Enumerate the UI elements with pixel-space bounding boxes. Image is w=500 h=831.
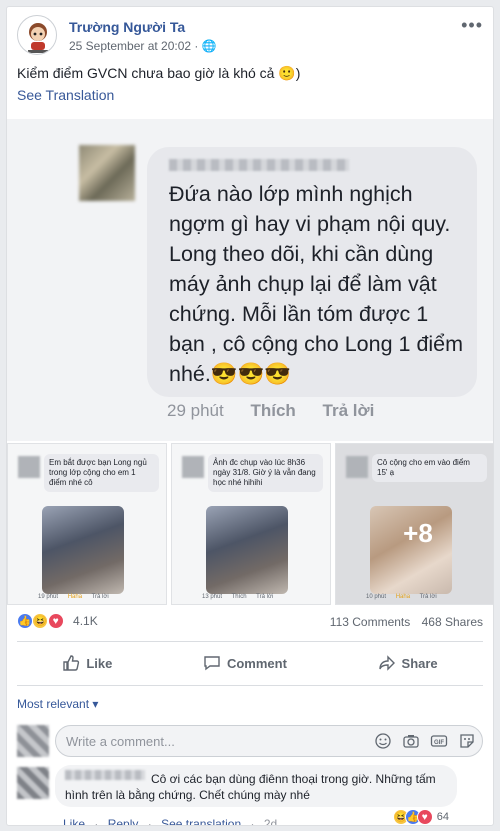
sticker-icon[interactable] <box>458 732 476 750</box>
post-stats: 👍 😆 ♥ 4.1K 113 Comments 468 Shares <box>17 613 483 633</box>
post-meta: 25 September at 20:02 · 🌐 <box>69 39 217 53</box>
thumbnail-text: Ảnh đc chụp vào lúc 8h36 ngày 31/8. Giờ … <box>208 454 323 492</box>
sort-dropdown[interactable]: Most relevant ▾ <box>17 697 98 711</box>
sort-label: Most relevant <box>17 697 90 711</box>
comment-time[interactable]: 2d <box>264 817 277 825</box>
separator-dot: · <box>250 817 255 826</box>
divider <box>17 685 483 686</box>
thumbnail-reply: Trả lời <box>256 594 274 600</box>
love-reaction-icon: ♥ <box>47 613 64 629</box>
comment-icon <box>204 656 220 671</box>
like-label: Like <box>86 655 113 671</box>
separator-dot: · <box>147 817 152 826</box>
haha-reaction-icon: 😆 <box>32 613 49 629</box>
thumbnail-time: 13 phút <box>202 594 223 600</box>
thumbnail-reply: Trả lời <box>91 594 109 600</box>
comment-like-link[interactable]: Like <box>63 817 85 825</box>
thumbnail-meta: 19 phút Haha Trả lời <box>38 594 117 600</box>
share-button[interactable]: Share <box>378 654 438 672</box>
comment-reply: Trả lời <box>322 401 375 420</box>
comment-see-translation[interactable]: See translation <box>161 817 241 825</box>
page-avatar[interactable] <box>17 15 57 55</box>
thumbnail-photo <box>42 506 124 594</box>
thumbnail-1[interactable]: Em bắt được bạn Long ngủ trong lớp cộng … <box>7 443 167 605</box>
share-label: Share <box>401 655 438 671</box>
separator-dot: · <box>94 817 99 826</box>
comment-actions: Like · Reply · See translation · 2d <box>63 817 283 826</box>
thumbnail-meta: 10 phút Haha Trả lời <box>366 594 445 600</box>
thumbnail-time: 10 phút <box>366 594 387 600</box>
thumbnail-text: Cô cộng cho em vào điểm 15' ạ <box>372 454 487 482</box>
comment-reaction-count: 64 <box>436 811 449 823</box>
commenter-avatar[interactable] <box>17 767 49 799</box>
blurred-avatar <box>79 145 135 201</box>
post-image-main[interactable]: Đứa nào lớp mình nghịch ngợm gì hay vi p… <box>7 119 493 441</box>
blurred-name <box>169 159 349 171</box>
comment-label: Comment <box>226 655 287 671</box>
see-translation-link[interactable]: See Translation <box>17 87 114 103</box>
thumbnail-meta: 13 phút Thích Trả lời <box>202 594 281 600</box>
thumbnail-reaction: Haha <box>67 594 83 600</box>
more-photos-count[interactable]: +8 <box>390 508 446 558</box>
page-name[interactable]: Trường Người Ta <box>69 19 185 35</box>
share-icon <box>378 655 395 671</box>
more-options-icon[interactable]: ••• <box>461 15 483 36</box>
comment-like: Thích <box>250 401 296 420</box>
input-icons: GIF <box>374 732 476 750</box>
blurred-avatar <box>18 456 40 478</box>
comment-count[interactable]: 113 Comments <box>330 615 410 629</box>
comment-body: Cô ơi các bạn dùng điênn thoại trong giờ… <box>65 772 436 802</box>
user-avatar[interactable] <box>17 725 49 757</box>
thumbnail-time: 19 phút <box>38 594 59 600</box>
thumbnail-3[interactable]: Cô cộng cho em vào điểm 15' ạ +8 10 phút… <box>335 443 493 605</box>
caret-down-icon: ▾ <box>92 697 99 711</box>
svg-text:GIF: GIF <box>434 740 444 746</box>
camera-icon[interactable] <box>402 732 420 750</box>
globe-icon: 🌐 <box>201 39 217 53</box>
comment-item: Cô ơi các bạn dùng điênn thoại trong giờ… <box>55 765 457 807</box>
divider <box>17 641 483 642</box>
comment-reply-link[interactable]: Reply <box>108 817 139 825</box>
thumbnail-reaction: Thích <box>231 594 247 600</box>
thumbnail-reply: Trả lời <box>419 594 437 600</box>
post-timestamp[interactable]: 25 September at 20:02 <box>69 39 191 53</box>
comment-bubble: Đứa nào lớp mình nghịch ngợm gì hay vi p… <box>147 147 477 397</box>
post-card: Trường Người Ta 25 September at 20:02 · … <box>6 6 494 826</box>
share-count[interactable]: 468 Shares <box>422 615 483 629</box>
comment-share-counts: 113 Comments 468 Shares <box>322 615 483 629</box>
comment-input-placeholder: Write a comment... <box>66 734 175 749</box>
blurred-avatar <box>182 456 204 478</box>
comment-reactions[interactable]: 😆 👍 ♥ 64 <box>392 809 449 825</box>
blurred-avatar <box>346 456 368 478</box>
gif-icon[interactable]: GIF <box>430 732 448 750</box>
reaction-summary[interactable]: 👍 😆 ♥ 4.1K <box>17 613 98 629</box>
like-reaction-icon: 👍 <box>17 613 33 629</box>
emoji-icon[interactable] <box>374 732 392 750</box>
post-text: Kiểm điểm GVCN chưa bao giờ là khó cả 🙂) <box>17 65 301 81</box>
reaction-count: 4.1K <box>73 614 98 628</box>
thumbs-up-icon <box>63 655 80 671</box>
comment-meta: 29 phút Thích Trả lời <box>167 401 396 421</box>
post-header: Trường Người Ta 25 September at 20:02 · … <box>17 15 483 59</box>
comment-time: 29 phút <box>167 401 224 420</box>
thumbnail-reaction: Haha <box>395 594 411 600</box>
thumbnail-text: Em bắt được bạn Long ngủ trong lớp cộng … <box>44 454 159 492</box>
post-actions: Like Comment Share <box>17 647 483 679</box>
thumbnail-2[interactable]: Ảnh đc chụp vào lúc 8h36 ngày 31/8. Giờ … <box>171 443 331 605</box>
love-reaction-icon: ♥ <box>416 809 433 825</box>
like-button[interactable]: Like <box>62 654 112 672</box>
thumbnail-row: Em bắt được bạn Long ngủ trong lớp cộng … <box>7 443 493 605</box>
comment-input[interactable]: Write a comment... GIF <box>55 725 483 757</box>
comment-text: Đứa nào lớp mình nghịch ngợm gì hay vi p… <box>169 182 464 386</box>
thumbnail-photo <box>206 506 288 594</box>
comment-button[interactable]: Comment <box>203 654 287 672</box>
